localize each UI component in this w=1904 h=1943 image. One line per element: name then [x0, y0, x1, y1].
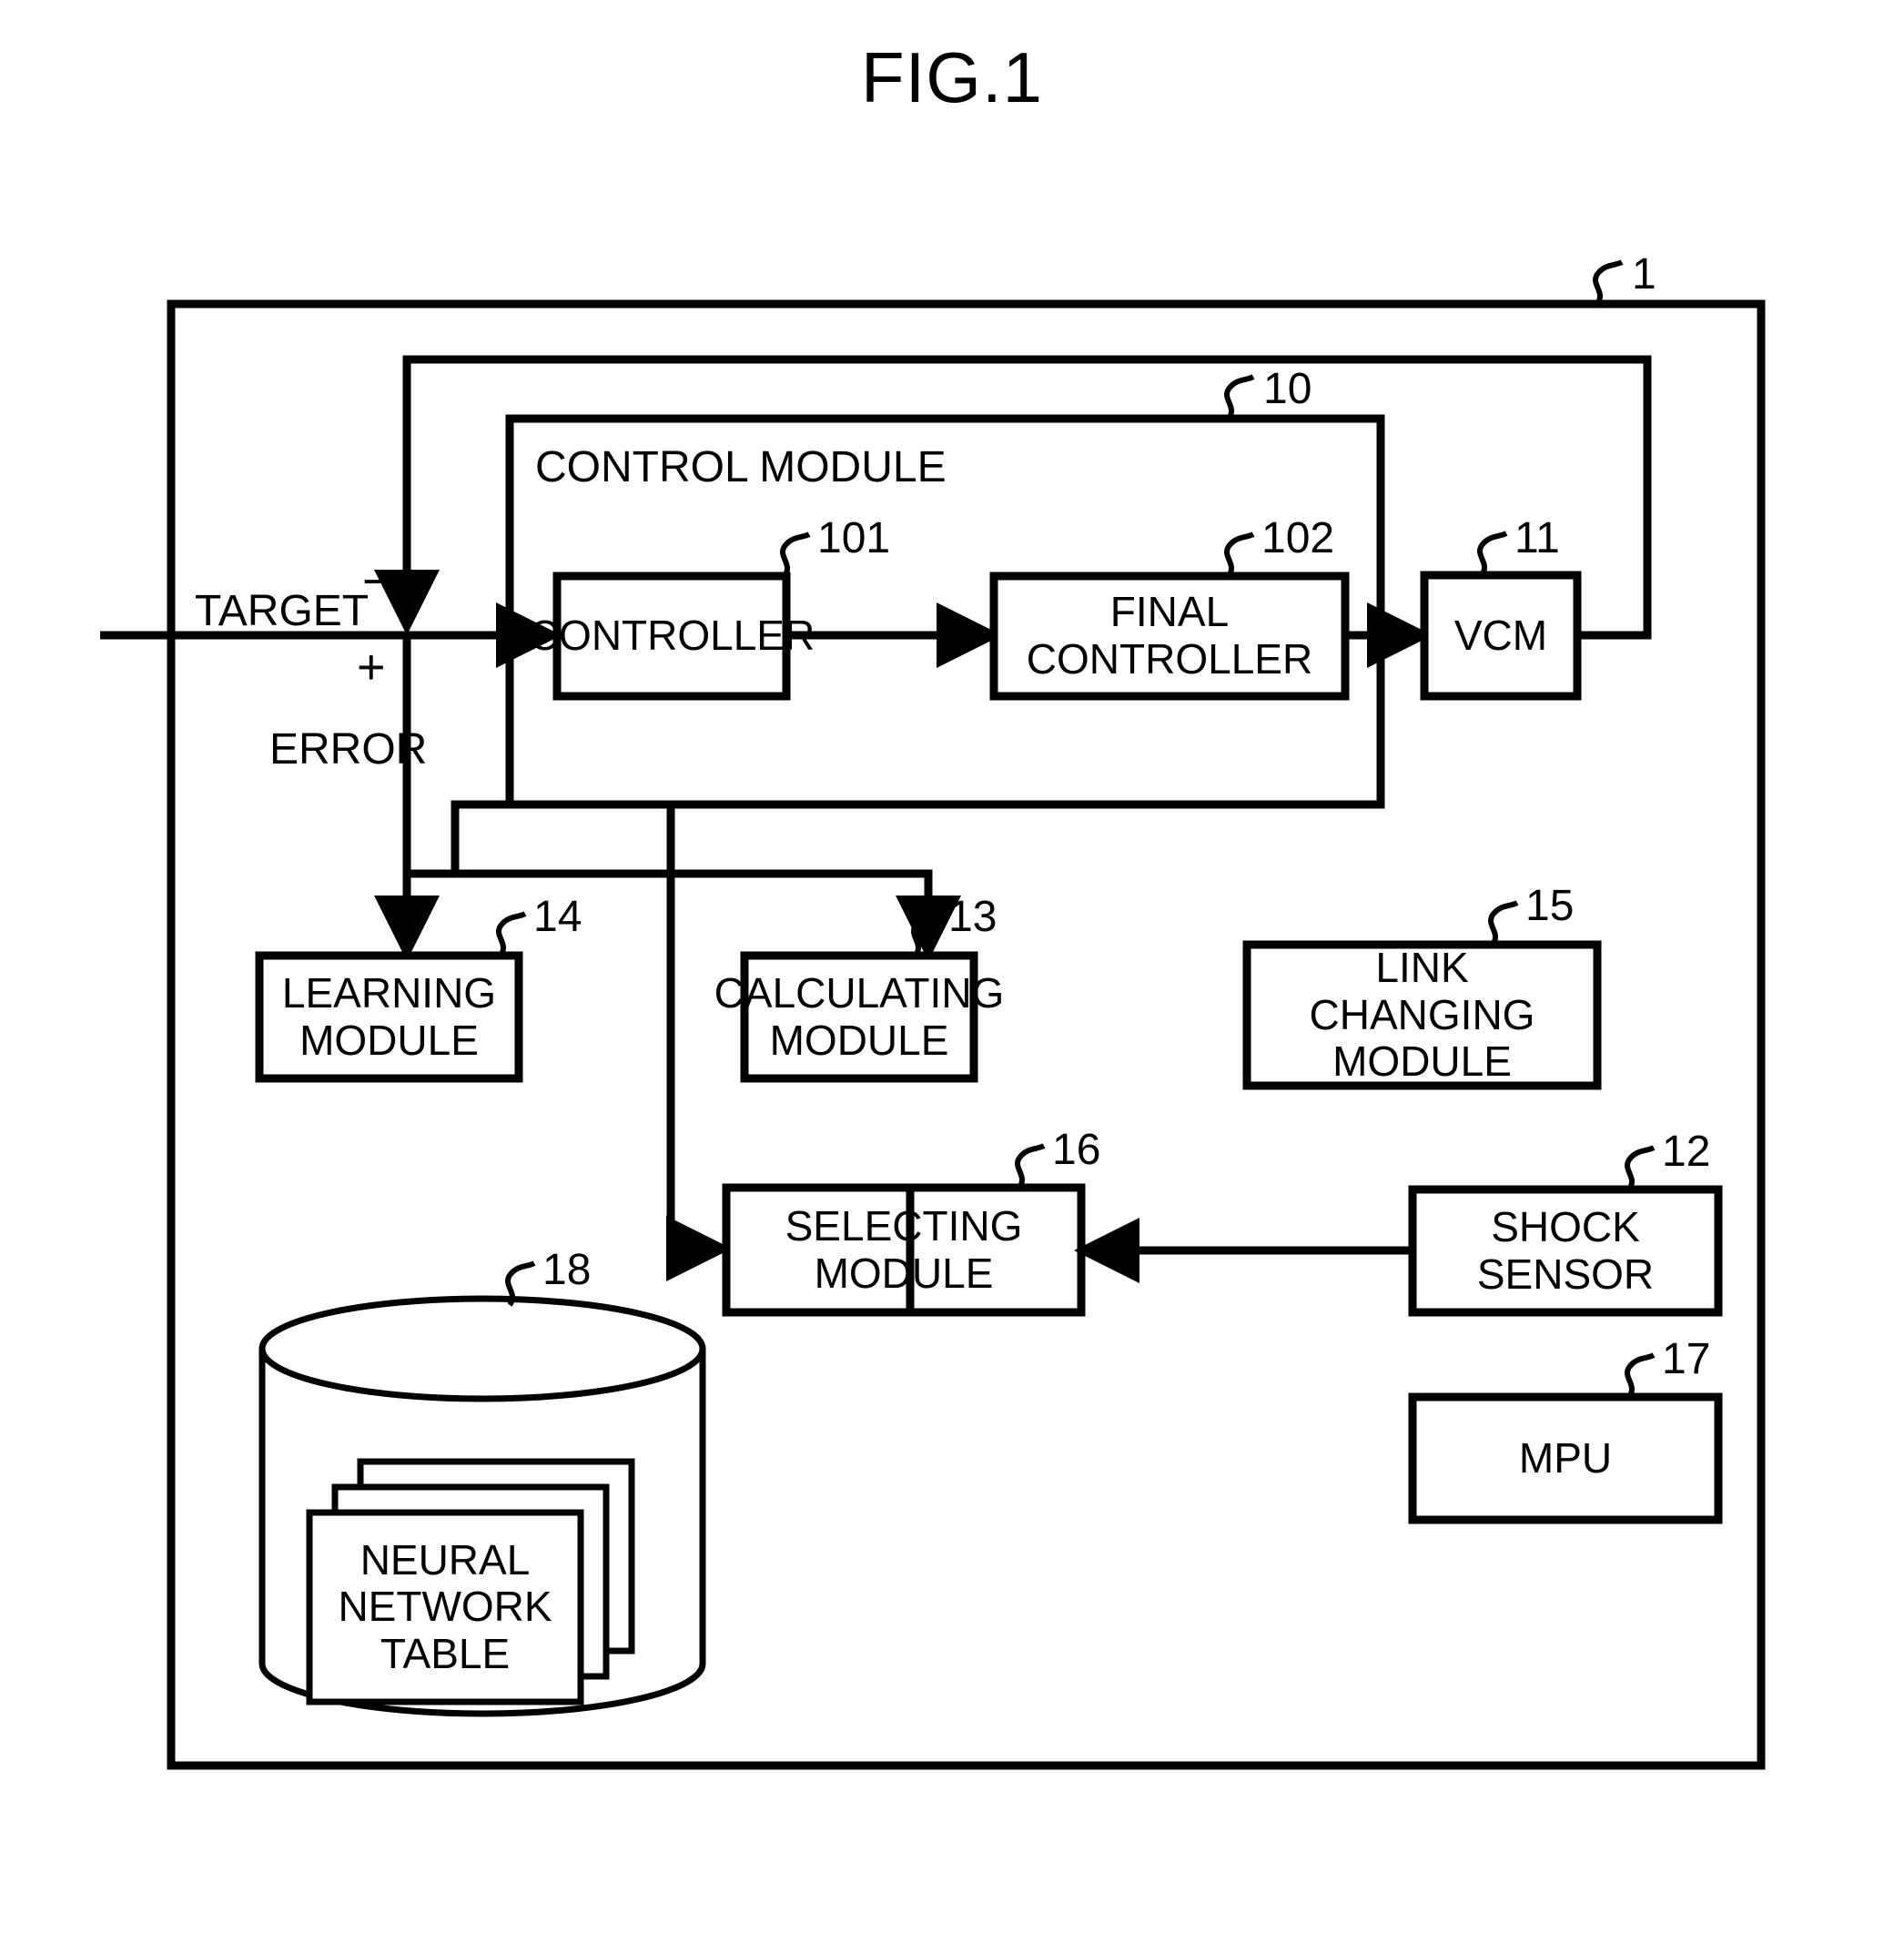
ref-number-18: 18 [542, 1246, 592, 1294]
block-diagram-canvas [100, 259, 1766, 1770]
leader-1 [1593, 259, 1624, 306]
leader-12 [1625, 1145, 1656, 1191]
leader-102 [1224, 531, 1255, 578]
leader-10 [1224, 374, 1255, 420]
minus-sign-label: − [362, 554, 391, 609]
control-module-bottom-tap [451, 800, 1381, 874]
ref-number-15: 15 [1525, 882, 1575, 930]
selecting-module-box[interactable] [722, 1183, 915, 1317]
leader-14 [496, 911, 527, 957]
leader-11 [1477, 531, 1508, 577]
ref-number-102: 102 [1261, 514, 1335, 562]
leader-17 [1625, 1352, 1656, 1399]
error-label: ERROR [269, 725, 428, 774]
final-controller-box[interactable] [989, 572, 1350, 701]
figure-page: FIG.1 1 CONTROL MODULE 10 TARGET − + ERR… [0, 0, 1904, 1943]
table-card-front[interactable] [306, 1509, 584, 1705]
ref-number-11: 11 [1514, 514, 1560, 562]
cylinder-top [258, 1295, 706, 1402]
ref-number-13: 13 [948, 893, 998, 941]
leader-101 [780, 531, 811, 578]
ref-number-12: 12 [1662, 1128, 1711, 1176]
link-changing-module-box[interactable] [1242, 940, 1602, 1090]
learning-module-box[interactable] [255, 951, 523, 1083]
ref-number-14: 14 [533, 893, 582, 941]
controller-box[interactable] [552, 572, 791, 701]
mpu-box[interactable] [1408, 1392, 1723, 1524]
calculating-module-box[interactable] [740, 951, 978, 1083]
ref-number-101: 101 [817, 514, 891, 562]
leader-15 [1488, 900, 1519, 946]
ref-number-1: 1 [1632, 250, 1656, 299]
leader-16 [1015, 1143, 1046, 1189]
ref-number-16: 16 [1052, 1126, 1101, 1174]
vcm-box[interactable] [1420, 571, 1582, 701]
plus-sign-label: + [357, 640, 386, 694]
control-module-title: CONTROL MODULE [535, 443, 947, 491]
shock-sensor-box[interactable] [1408, 1185, 1723, 1317]
ref-number-17: 17 [1662, 1335, 1711, 1383]
ref-number-10: 10 [1263, 365, 1312, 413]
target-label: TARGET [195, 587, 370, 635]
